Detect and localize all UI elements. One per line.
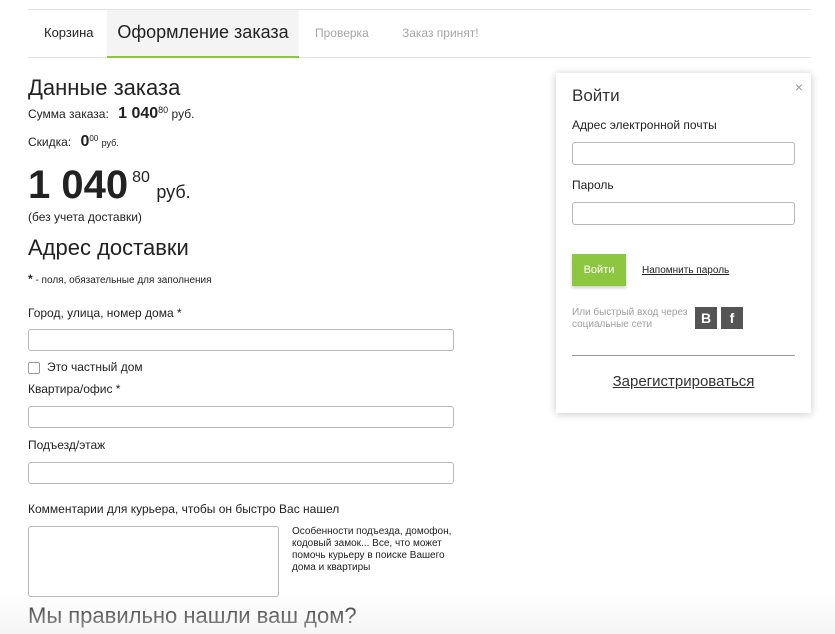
address-heading: Адрес доставки xyxy=(28,235,189,260)
comment-label: Комментарии для курьера, чтобы он быстро… xyxy=(28,502,340,516)
entrance-input[interactable] xyxy=(28,462,454,484)
tab-cart[interactable]: Корзина xyxy=(44,10,94,56)
comment-hint: Особенности подъезда, домофон, кодовый з… xyxy=(292,526,452,573)
order-sum: Сумма заказа: 1 04080 руб. xyxy=(28,105,194,123)
total-currency: руб. xyxy=(156,182,191,202)
tab-checkout[interactable]: Оформление заказа xyxy=(107,10,299,58)
social-login-text: Или быстрый вход через социальные сети xyxy=(572,307,688,330)
discount-label: Скидка: xyxy=(28,135,72,149)
order-total: 1 040 80 руб. xyxy=(28,163,191,208)
required-note-text: - поля, обязательные для заполнения xyxy=(32,275,212,286)
street-input[interactable] xyxy=(28,329,454,351)
vk-icon[interactable]: В xyxy=(695,307,717,329)
total-kopecks: 80 xyxy=(132,169,150,186)
tab-accepted: Заказ принят! xyxy=(402,26,479,40)
comment-textarea[interactable] xyxy=(28,526,279,597)
register-link[interactable]: Зарегистрироваться xyxy=(556,373,811,390)
order-heading: Данные заказа xyxy=(28,75,181,100)
discount-kopecks: 00 xyxy=(89,134,99,143)
order-sum-value: 1 040 xyxy=(118,105,159,122)
order-discount: Скидка: 000 руб. xyxy=(28,133,119,151)
required-note: * - поля, обязательные для заполнения xyxy=(28,272,212,286)
password-field[interactable] xyxy=(572,202,795,225)
private-house-checkbox[interactable] xyxy=(28,362,40,374)
house-check-heading: Мы правильно нашли ваш дом? xyxy=(28,603,357,628)
password-label: Пароль xyxy=(572,178,614,192)
email-field[interactable] xyxy=(572,142,795,165)
close-icon[interactable]: × xyxy=(795,79,803,95)
apartment-label: Квартира/офис * xyxy=(28,382,121,396)
order-sum-label: Сумма заказа: xyxy=(28,107,109,121)
apartment-input[interactable] xyxy=(28,406,454,428)
login-popup: × Войти Адрес электронной почты Пароль В… xyxy=(556,73,811,413)
remind-password-link[interactable]: Напомнить пароль xyxy=(642,265,729,276)
checkout-steps: Корзина Оформление заказа Проверка Заказ… xyxy=(28,10,811,58)
login-button[interactable]: Войти xyxy=(572,254,626,286)
login-title: Войти xyxy=(572,86,620,105)
delivery-note: (без учета доставки) xyxy=(28,210,142,224)
tab-review: Проверка xyxy=(315,26,369,40)
email-label: Адрес электронной почты xyxy=(572,118,717,132)
facebook-icon[interactable]: f xyxy=(721,307,743,329)
total-value: 1 040 xyxy=(28,163,129,207)
street-label: Город, улица, номер дома * xyxy=(28,306,182,320)
private-house-label[interactable]: Это частный дом xyxy=(47,360,143,374)
order-sum-currency: руб. xyxy=(171,107,195,121)
order-sum-kopecks: 80 xyxy=(158,105,169,115)
entrance-label: Подъезд/этаж xyxy=(28,438,106,452)
discount-currency: руб. xyxy=(101,138,119,148)
login-divider xyxy=(572,355,795,356)
